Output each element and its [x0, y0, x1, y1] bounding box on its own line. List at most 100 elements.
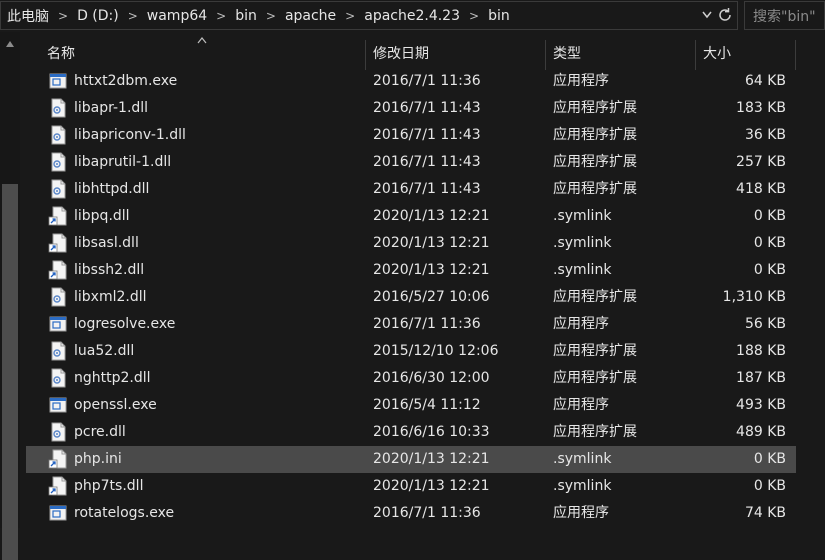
file-row[interactable]: pcre.dll 2016/6/16 10:33 应用程序扩展 489 KB: [26, 419, 796, 446]
file-type: 应用程序: [553, 316, 609, 332]
file-name: pcre.dll: [74, 424, 126, 440]
search-placeholder: 搜索"bin": [753, 8, 816, 25]
file-size: 493 KB: [736, 397, 786, 413]
symlink-icon: [48, 449, 68, 469]
file-date: 2016/7/1 11:43: [373, 154, 481, 170]
file-name: libpq.dll: [74, 208, 130, 224]
file-name: php7ts.dll: [74, 478, 144, 494]
breadcrumb-bin[interactable]: bin: [235, 8, 257, 24]
file-size: 64 KB: [744, 73, 786, 89]
breadcrumb-drive-d[interactable]: D (D:): [77, 8, 119, 24]
file-size: 56 KB: [744, 316, 786, 332]
dll-icon: [48, 179, 68, 199]
address-history-chevron-icon[interactable]: [701, 8, 713, 22]
file-date: 2020/1/13 12:21: [373, 478, 490, 494]
file-type: 应用程序扩展: [553, 289, 637, 305]
file-row[interactable]: libaprutil-1.dll 2016/7/1 11:43 应用程序扩展 257 …: [26, 149, 796, 176]
file-row[interactable]: libssh2.dll 2020/1/13 12:21 .symlink 0 KB: [26, 257, 796, 284]
file-row[interactable]: httxt2dbm.exe 2016/7/1 11:36 应用程序 64 KB: [26, 68, 796, 95]
file-name: libapr-1.dll: [74, 100, 149, 116]
breadcrumb-separator-icon[interactable]: >: [128, 9, 138, 23]
column-header-date[interactable]: 修改日期: [373, 40, 429, 68]
file-row[interactable]: libpq.dll 2020/1/13 12:21 .symlink 0 KB: [26, 203, 796, 230]
sort-ascending-icon: [197, 37, 207, 44]
file-size: 257 KB: [736, 154, 786, 170]
address-bar[interactable]: 此电脑 > D (D:) > wamp64 > bin > apache > a…: [0, 1, 738, 30]
refresh-icon[interactable]: [717, 7, 733, 23]
breadcrumb-current-bin[interactable]: bin: [488, 8, 510, 24]
breadcrumb-wamp64[interactable]: wamp64: [147, 8, 207, 24]
scrollbar-thumb[interactable]: [2, 184, 18, 560]
nav-pane-scrollbar[interactable]: [0, 32, 20, 560]
column-header-name[interactable]: 名称: [47, 40, 75, 68]
column-header-type[interactable]: 类型: [553, 40, 581, 68]
dll-icon: [48, 287, 68, 307]
file-row[interactable]: php7ts.dll 2020/1/13 12:21 .symlink 0 KB: [26, 473, 796, 500]
file-name: libxml2.dll: [74, 289, 147, 305]
dll-icon: [48, 422, 68, 442]
file-name: openssl.exe: [74, 397, 157, 413]
file-date: 2016/7/1 11:43: [373, 100, 481, 116]
symlink-icon: [48, 206, 68, 226]
breadcrumb-separator-icon[interactable]: >: [216, 9, 226, 23]
file-row[interactable]: nghttp2.dll 2016/6/30 12:00 应用程序扩展 187 KB: [26, 365, 796, 392]
exe-icon: [48, 71, 68, 91]
file-size: 0 KB: [753, 208, 786, 224]
file-type: 应用程序: [553, 397, 609, 413]
exe-icon: [48, 314, 68, 334]
file-row[interactable]: lua52.dll 2015/12/10 12:06 应用程序扩展 188 KB: [26, 338, 796, 365]
column-header-size[interactable]: 大小: [703, 40, 731, 68]
breadcrumb-separator-icon[interactable]: >: [469, 9, 479, 23]
column-divider[interactable]: [695, 40, 696, 70]
file-row[interactable]: libxml2.dll 2016/5/27 10:06 应用程序扩展 1,310 KB: [26, 284, 796, 311]
file-date: 2020/1/13 12:21: [373, 262, 490, 278]
symlink-icon: [48, 260, 68, 280]
file-type: 应用程序扩展: [553, 424, 637, 440]
address-bar-container: 此电脑 > D (D:) > wamp64 > bin > apache > a…: [0, 0, 825, 32]
file-name: libapriconv-1.dll: [74, 127, 186, 143]
breadcrumb-this-pc[interactable]: 此电脑: [7, 6, 49, 26]
file-type: .symlink: [553, 208, 612, 224]
file-row[interactable]: libapriconv-1.dll 2016/7/1 11:43 应用程序扩展 36 …: [26, 122, 796, 149]
file-type: 应用程序: [553, 73, 609, 89]
symlink-icon: [48, 476, 68, 496]
file-date: 2016/6/30 12:00: [373, 370, 490, 386]
dll-icon: [48, 341, 68, 361]
file-date: 2016/6/16 10:33: [373, 424, 490, 440]
breadcrumb-separator-icon[interactable]: >: [58, 9, 68, 23]
file-row[interactable]: php.ini 2020/1/13 12:21 .symlink 0 KB: [26, 446, 796, 473]
search-input[interactable]: 搜索"bin": [744, 1, 825, 30]
column-header-row: 名称 修改日期 类型 大小: [26, 37, 796, 70]
file-name: libsasl.dll: [74, 235, 139, 251]
file-size: 418 KB: [736, 181, 786, 197]
dll-icon: [48, 152, 68, 172]
file-type: 应用程序扩展: [553, 181, 637, 197]
file-date: 2016/7/1 11:43: [373, 127, 481, 143]
column-divider[interactable]: [365, 40, 366, 70]
exe-icon: [48, 395, 68, 415]
file-row[interactable]: openssl.exe 2016/5/4 11:12 应用程序 493 KB: [26, 392, 796, 419]
file-size: 74 KB: [744, 505, 786, 521]
file-date: 2016/7/1 11:43: [373, 181, 481, 197]
file-size: 0 KB: [753, 451, 786, 467]
breadcrumb-apache-version[interactable]: apache2.4.23: [364, 8, 460, 24]
breadcrumb-separator-icon[interactable]: >: [345, 9, 355, 23]
file-row[interactable]: logresolve.exe 2016/7/1 11:36 应用程序 56 KB: [26, 311, 796, 338]
file-row[interactable]: rotatelogs.exe 2016/7/1 11:36 应用程序 74 KB: [26, 500, 796, 527]
scroll-up-arrow-icon[interactable]: [5, 40, 15, 48]
file-date: 2016/7/1 11:36: [373, 505, 481, 521]
file-size: 0 KB: [753, 478, 786, 494]
file-type: .symlink: [553, 451, 612, 467]
breadcrumb-apache[interactable]: apache: [285, 8, 336, 24]
file-row[interactable]: libhttpd.dll 2016/7/1 11:43 应用程序扩展 418 KB: [26, 176, 796, 203]
file-type: .symlink: [553, 262, 612, 278]
column-divider[interactable]: [545, 40, 546, 70]
breadcrumb-separator-icon[interactable]: >: [266, 9, 276, 23]
column-divider[interactable]: [795, 40, 796, 70]
file-row[interactable]: libsasl.dll 2020/1/13 12:21 .symlink 0 KB: [26, 230, 796, 257]
file-row[interactable]: libapr-1.dll 2016/7/1 11:43 应用程序扩展 183 KB: [26, 95, 796, 122]
file-name: lua52.dll: [74, 343, 135, 359]
file-type: 应用程序扩展: [553, 154, 637, 170]
file-size: 36 KB: [744, 127, 786, 143]
file-type: 应用程序扩展: [553, 343, 637, 359]
